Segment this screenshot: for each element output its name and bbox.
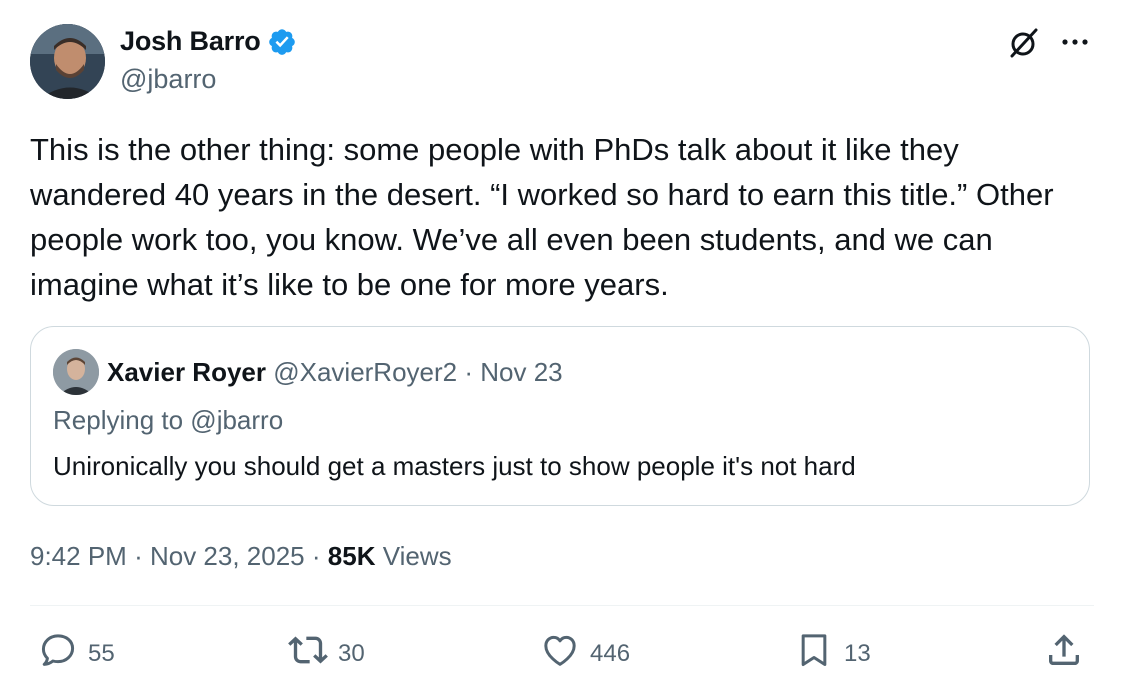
verified-badge-icon[interactable] bbox=[267, 27, 297, 57]
meta-separator-2: · bbox=[311, 541, 321, 571]
like-count: 446 bbox=[590, 639, 631, 667]
bookmark-count: 13 bbox=[844, 639, 871, 667]
quoted-author-avatar[interactable] bbox=[53, 349, 99, 395]
quoted-author-handle[interactable]: @XavierRoyer2 bbox=[273, 357, 457, 387]
author-name[interactable]: Josh Barro bbox=[120, 26, 261, 57]
author-handle[interactable]: @jbarro bbox=[120, 64, 216, 95]
quoted-header: Xavier Royer @XavierRoyer2 · Nov 23 bbox=[107, 357, 563, 388]
heart-icon bbox=[540, 630, 580, 677]
quoted-text: Unironically you should get a masters ju… bbox=[53, 451, 856, 481]
quoted-tweet[interactable]: Xavier Royer @XavierRoyer2 · Nov 23 Repl… bbox=[30, 326, 1090, 506]
retweet-button[interactable]: 30 bbox=[288, 630, 365, 677]
quoted-date[interactable]: Nov 23 bbox=[480, 357, 562, 387]
tweet-text: This is the other thing: some people wit… bbox=[30, 132, 1054, 302]
quoted-separator: · bbox=[464, 357, 474, 387]
views-label: Views bbox=[382, 541, 452, 571]
retweet-icon bbox=[288, 630, 328, 677]
reply-button[interactable]: 55 bbox=[38, 630, 115, 677]
share-icon bbox=[1044, 630, 1084, 677]
quoted-replying-to: Replying to @jbarro bbox=[53, 405, 284, 435]
grok-icon[interactable] bbox=[1006, 26, 1040, 60]
author-name-row: Josh Barro bbox=[120, 26, 297, 57]
bookmark-icon bbox=[794, 630, 834, 677]
quoted-author-name[interactable]: Xavier Royer bbox=[107, 357, 266, 387]
tweet-card: Josh Barro @jbarro This is the other thi… bbox=[0, 0, 1124, 697]
author-avatar[interactable] bbox=[30, 24, 105, 99]
like-button[interactable]: 446 bbox=[540, 630, 630, 677]
bookmark-button[interactable]: 13 bbox=[794, 630, 871, 677]
tweet-date[interactable]: Nov 23, 2025 bbox=[150, 541, 305, 571]
tweet-meta: 9:42 PM · Nov 23, 2025 · 85K Views bbox=[30, 541, 452, 572]
retweet-count: 30 bbox=[338, 639, 365, 667]
reply-icon bbox=[38, 630, 78, 677]
divider bbox=[30, 605, 1094, 606]
share-button[interactable] bbox=[1044, 630, 1084, 677]
reply-count: 55 bbox=[88, 639, 115, 667]
views-count: 85K bbox=[327, 541, 376, 571]
more-icon[interactable] bbox=[1058, 28, 1092, 56]
tweet-time[interactable]: 9:42 PM bbox=[30, 541, 127, 571]
meta-separator: · bbox=[134, 541, 143, 571]
